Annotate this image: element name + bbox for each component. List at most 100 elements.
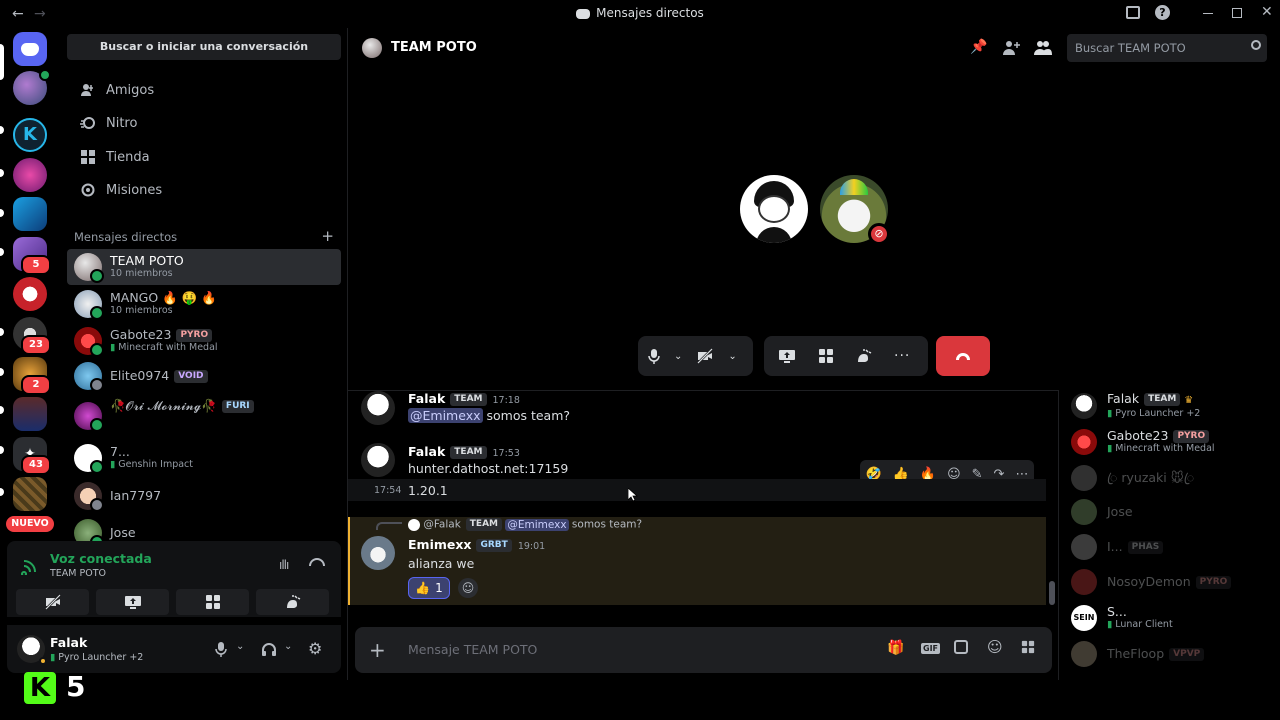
member-name: Jose — [1107, 504, 1133, 519]
reaction-pill[interactable]: 👍 1 — [408, 577, 450, 599]
avatar[interactable] — [361, 443, 395, 477]
avatar[interactable] — [361, 536, 395, 570]
message-author[interactable]: Falak — [408, 444, 445, 459]
member-item[interactable]: NosoyDemon PYRO — [1071, 566, 1271, 598]
member-item[interactable]: Jose — [1071, 496, 1271, 528]
close-icon[interactable]: ✕ — [1261, 4, 1273, 20]
server-icon-8[interactable]: 2 — [13, 357, 51, 395]
add-reaction-icon[interactable]: ☺ — [458, 578, 478, 598]
avatar — [74, 482, 104, 512]
soundboard-button[interactable] — [256, 589, 329, 615]
channel-title[interactable]: TEAM POTO — [391, 40, 477, 55]
user-name[interactable]: Falak — [50, 635, 87, 650]
dm-item-7[interactable]: 7... ▮ Genshin Impact — [67, 440, 341, 476]
clan-tag: TEAM — [450, 446, 487, 459]
server-icon-6[interactable] — [13, 277, 47, 311]
call-participant-avatar[interactable]: ⊘ — [820, 175, 890, 245]
chevron-down-icon[interactable]: ⌄ — [674, 351, 682, 362]
microphone-icon[interactable] — [215, 641, 227, 657]
activities-icon[interactable] — [818, 348, 834, 364]
quests-icon — [81, 183, 95, 197]
server-icon-5[interactable]: 5 — [13, 237, 51, 275]
noise-suppression-icon[interactable]: ıllı — [279, 558, 289, 572]
activities-button[interactable] — [176, 589, 249, 615]
dm-header-label: Mensajes directos — [74, 230, 178, 244]
chevron-down-icon[interactable]: ⌄ — [284, 641, 292, 652]
inbox-icon[interactable] — [1126, 6, 1140, 19]
member-item[interactable]: Falak TEAM ♛ ▮ Pyro Launcher +2 — [1071, 390, 1271, 422]
server-icon-4[interactable] — [13, 197, 47, 231]
member-item[interactable]: TheFloop VPVP — [1071, 638, 1271, 670]
headphones-icon[interactable] — [261, 642, 277, 657]
channel-search-input[interactable]: Buscar TEAM POTO — [1067, 34, 1267, 62]
help-icon[interactable]: ? — [1155, 5, 1170, 20]
member-item[interactable]: SEIN S... ▮ Lunar Client — [1071, 602, 1271, 634]
nav-nitro[interactable]: Nitro — [68, 107, 340, 139]
disconnect-icon[interactable] — [309, 558, 325, 566]
microphone-icon[interactable] — [648, 348, 660, 364]
dm-item-gabote23[interactable]: Gabote23 PYRO ▮ Minecraft with Medal — [67, 323, 341, 359]
apps-icon[interactable] — [1021, 640, 1035, 654]
add-attachment-icon[interactable]: + — [369, 638, 386, 662]
nitro-icon — [80, 117, 95, 129]
voice-status[interactable]: Voz conectada — [50, 551, 152, 566]
server-icon-11[interactable] — [13, 477, 47, 511]
activities-icon — [205, 595, 220, 609]
more-options-icon[interactable]: ··· — [894, 348, 910, 364]
camera-off-icon[interactable] — [696, 348, 714, 364]
dm-item-team-poto[interactable]: TEAM POTO 10 miembros — [67, 249, 341, 285]
server-icon-10[interactable]: ✦ 43 — [13, 437, 51, 475]
message-author[interactable]: Falak — [408, 391, 445, 406]
dm-search-button[interactable]: Buscar o iniciar una conversación — [67, 34, 341, 60]
call-participant-avatar[interactable] — [740, 175, 808, 243]
server-icon-1[interactable] — [13, 69, 51, 105]
add-member-icon[interactable] — [1002, 40, 1020, 56]
settings-gear-icon[interactable]: ⚙ — [308, 639, 322, 658]
member-item[interactable]: I... PHAS — [1071, 531, 1271, 563]
gif-icon[interactable]: GIF — [921, 643, 941, 654]
clan-tag: VOID — [174, 370, 208, 383]
message-time: 19:01 — [517, 541, 546, 552]
avatar[interactable] — [361, 391, 395, 425]
server-icon-9[interactable] — [13, 397, 47, 431]
member-item[interactable]: ꦿ ryuzaki 🐭ꦿ — [1071, 462, 1271, 494]
gift-icon[interactable]: 🎁 — [887, 640, 904, 656]
reply-preview[interactable]: @Falak TEAM @Emimexx somos team? — [408, 518, 642, 531]
avatar — [1071, 569, 1097, 595]
emoji-icon[interactable]: ☺ — [987, 638, 1003, 656]
avatar[interactable] — [17, 635, 47, 665]
chevron-down-icon[interactable]: ⌄ — [236, 641, 244, 652]
screen-share-icon[interactable] — [778, 348, 796, 364]
dm-item-elite0974[interactable]: Elite0974 VOID — [67, 358, 341, 394]
camera-toggle-button[interactable] — [16, 589, 89, 615]
game-controller-icon: ▮ — [1107, 408, 1113, 419]
user-mention[interactable]: @Emimexx — [408, 408, 483, 423]
nav-friends[interactable]: Amigos — [68, 74, 340, 106]
server-icon-7[interactable]: 23 — [13, 317, 51, 355]
soundboard-icon[interactable] — [856, 348, 872, 364]
member-list-icon[interactable] — [1034, 40, 1052, 56]
dm-item-mango[interactable]: MANGO 🔥 🤑 🔥 10 miembros — [67, 286, 341, 322]
add-dm-icon[interactable]: + — [321, 229, 334, 244]
screen-share-button[interactable] — [96, 589, 169, 615]
server-icon-3[interactable] — [13, 158, 47, 192]
pin-icon[interactable]: 📌 — [970, 39, 987, 55]
message-author[interactable]: Emimexx — [408, 537, 471, 552]
scrollbar-thumb[interactable] — [1049, 581, 1055, 605]
member-item[interactable]: Gabote23 PYRO ▮ Minecraft with Medal — [1071, 426, 1271, 458]
discord-logo-icon — [21, 42, 39, 56]
dm-item-ori-morning[interactable]: 🥀𝓞𝓻𝓲 𝓜𝓸𝓻𝓷𝓲𝓷𝓰🥀 FURI — [67, 395, 341, 437]
nav-quests[interactable]: Misiones — [68, 174, 340, 206]
dm-item-ian7797[interactable]: Ian7797 — [67, 478, 341, 514]
hang-up-button[interactable] — [936, 336, 990, 376]
chevron-down-icon[interactable]: ⌄ — [728, 351, 736, 362]
server-icon-2[interactable]: K — [13, 118, 47, 152]
voice-channel[interactable]: TEAM POTO — [50, 568, 106, 579]
nav-shop[interactable]: Tienda — [68, 141, 340, 173]
home-button[interactable] — [13, 32, 47, 66]
sticker-icon[interactable] — [954, 640, 968, 654]
maximize-icon[interactable] — [1232, 8, 1242, 18]
minimize-icon[interactable] — [1203, 13, 1213, 14]
new-badge[interactable]: NUEVO — [6, 516, 54, 532]
message-composer[interactable]: + Mensaje TEAM POTO 🎁 GIF ☺ — [355, 627, 1052, 673]
